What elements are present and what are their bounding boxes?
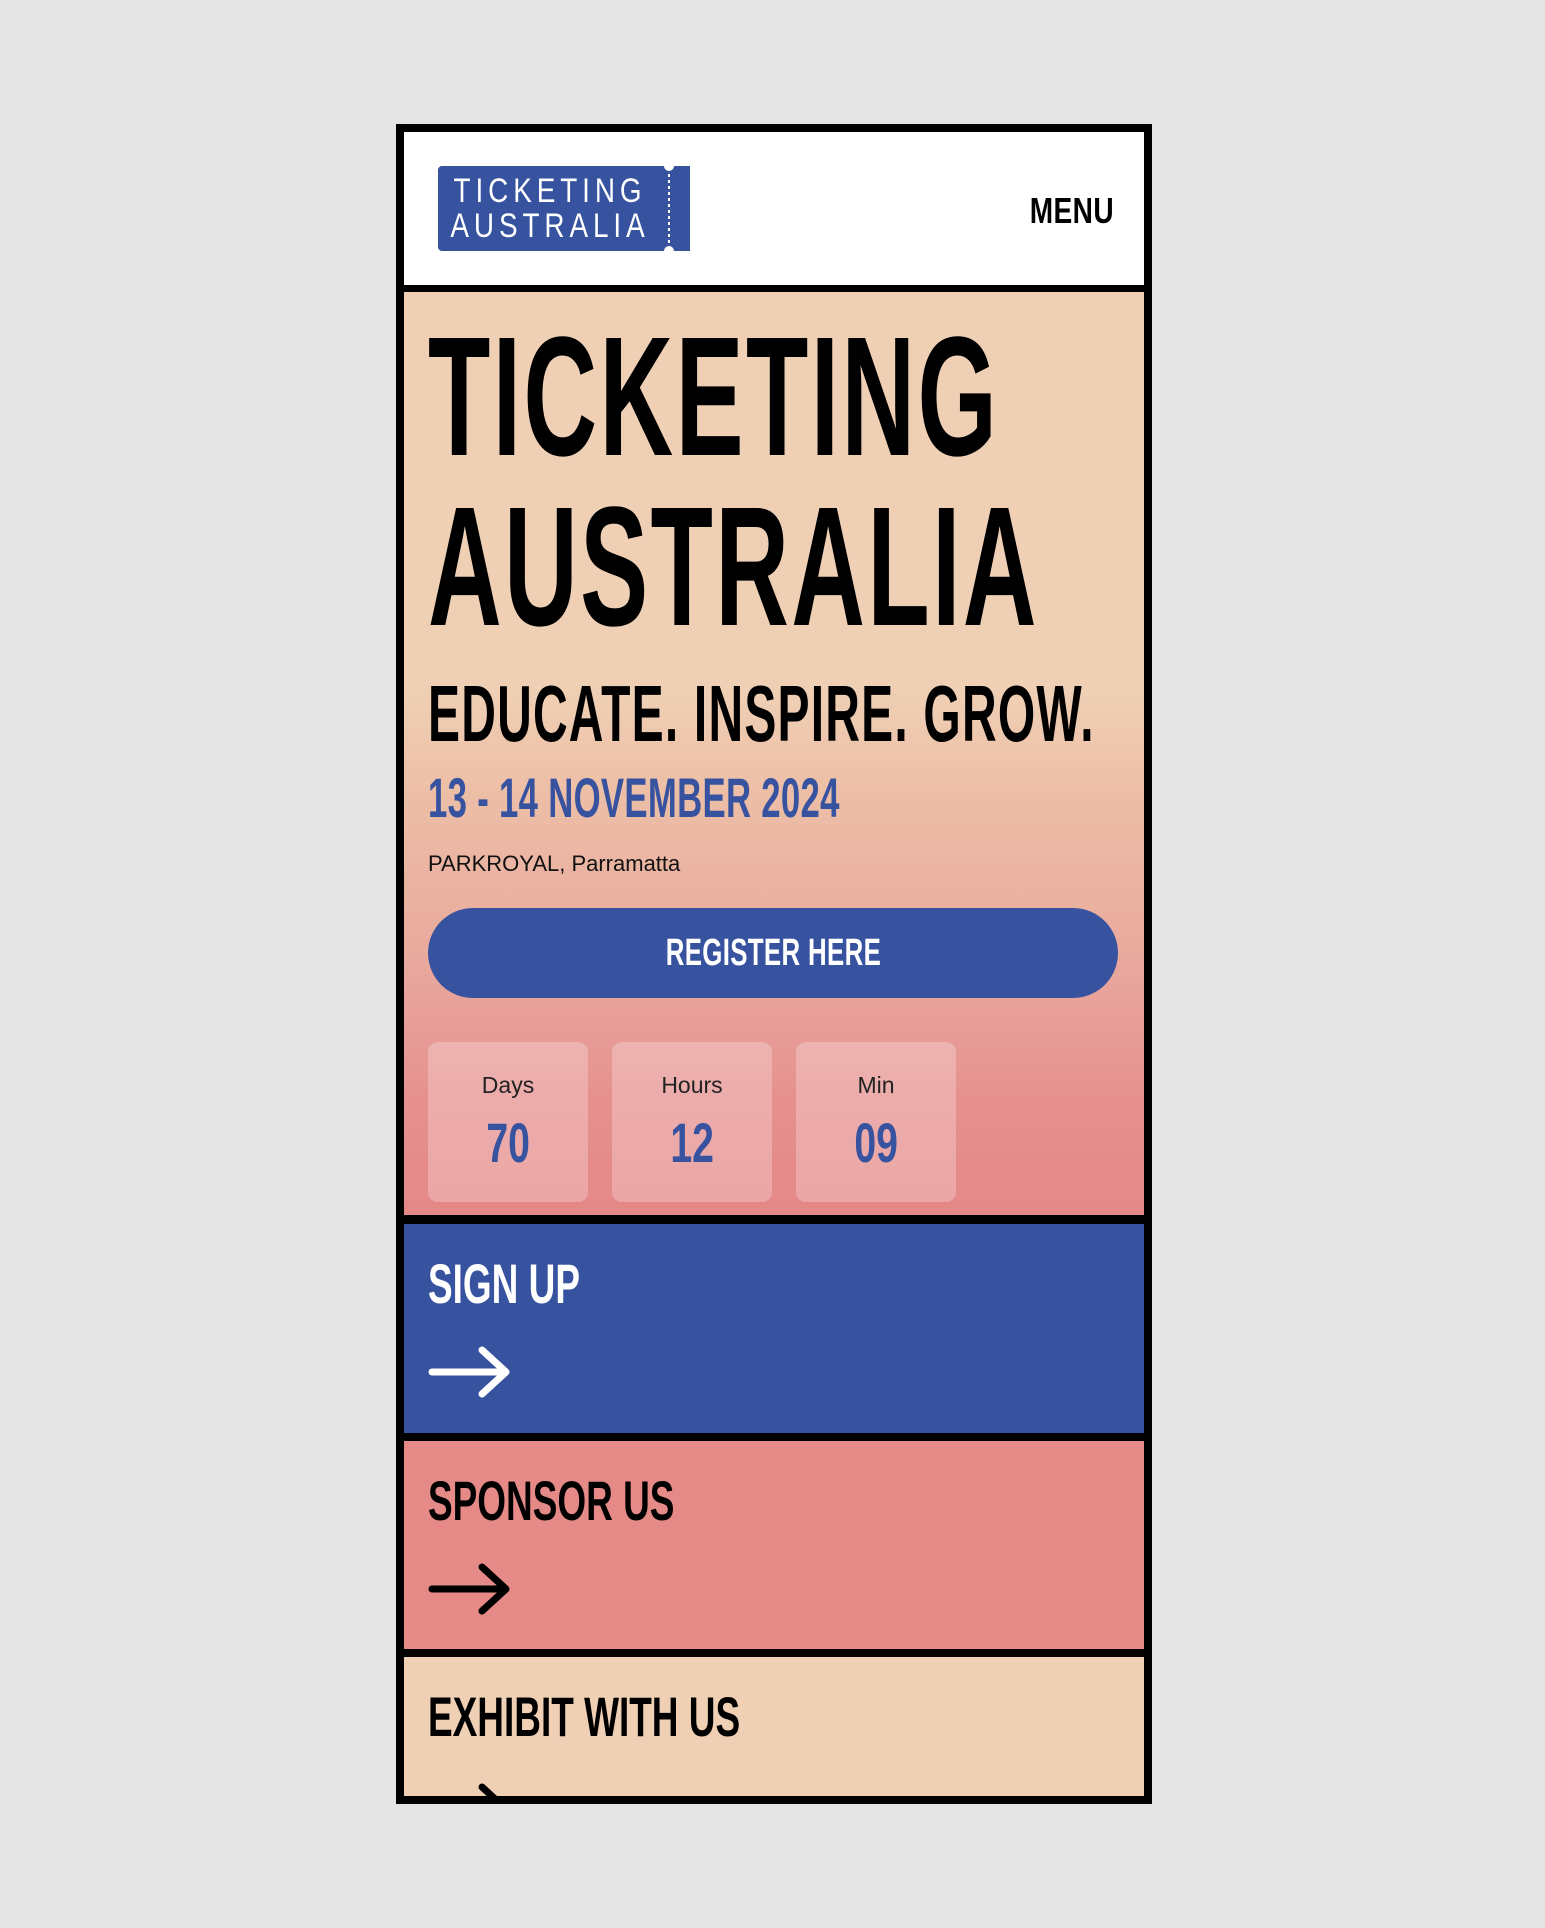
svg-text:AUSTRALIA: AUSTRALIA [450, 206, 649, 244]
sponsor-us-label: SPONSOR US [428, 1469, 675, 1532]
countdown-label: Min [857, 1072, 895, 1098]
countdown-value: 09 [854, 1111, 898, 1174]
site-header: TICKETING AUSTRALIA MENU [404, 132, 1144, 292]
exhibit-with-us-card[interactable]: EXHIBIT WITH US [404, 1657, 1144, 1796]
countdown-hours: Hours 12 [612, 1042, 772, 1202]
countdown-value: 70 [486, 1111, 530, 1174]
event-date: 13 - 14 NOVEMBER 2024 [428, 766, 840, 829]
countdown-days: Days 70 [428, 1042, 588, 1202]
register-button-label: REGISTER HERE [665, 931, 881, 974]
arrow-right-icon [428, 1563, 510, 1615]
countdown-value: 12 [670, 1111, 714, 1174]
countdown-timer: Days 70 Hours 12 Min 09 [428, 1042, 956, 1202]
menu-button[interactable]: MENU [1030, 190, 1114, 232]
hero-tagline: EDUCATE. INSPIRE. GROW. [428, 669, 1095, 758]
event-venue: PARKROYAL, Parramatta [428, 851, 681, 876]
ticketing-australia-logo[interactable]: TICKETING AUSTRALIA [438, 166, 690, 251]
countdown-label: Hours [661, 1072, 723, 1098]
sponsor-us-card[interactable]: SPONSOR US [404, 1441, 1144, 1657]
arrow-right-icon [428, 1346, 510, 1398]
hero-title-line-1: TICKETING [428, 302, 1000, 492]
arrow-right-icon [478, 1783, 497, 1796]
countdown-minutes: Min 09 [796, 1042, 956, 1202]
hero-title: TICKETING AUSTRALIA [428, 312, 1039, 652]
hero-title-line-2: AUSTRALIA [428, 472, 1039, 662]
mobile-viewport: TICKETING AUSTRALIA MENU TICKETING AUSTR… [396, 124, 1152, 1804]
sign-up-label: SIGN UP [428, 1252, 580, 1315]
sign-up-card[interactable]: SIGN UP [404, 1224, 1144, 1441]
svg-text:TICKETING: TICKETING [454, 171, 647, 209]
countdown-label: Days [481, 1072, 535, 1098]
register-button[interactable]: REGISTER HERE [428, 908, 1118, 998]
hero-section: TICKETING AUSTRALIA EDUCATE. INSPIRE. GR… [404, 292, 1144, 1224]
exhibit-with-us-label: EXHIBIT WITH US [428, 1685, 741, 1748]
